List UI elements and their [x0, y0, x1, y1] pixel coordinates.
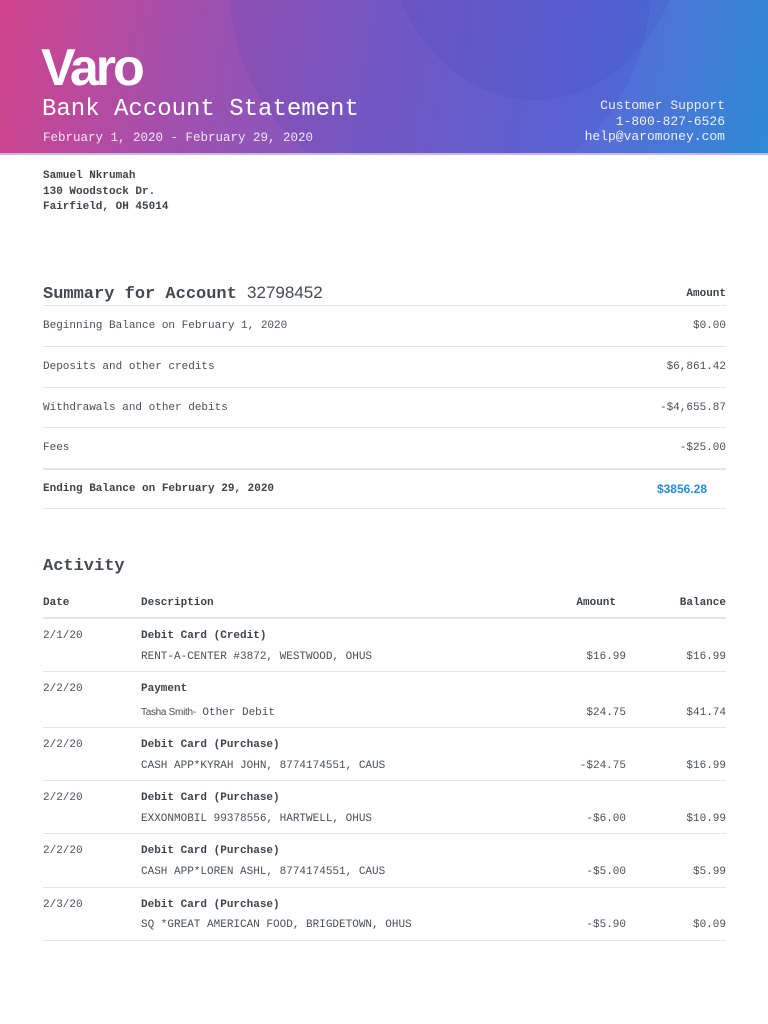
statement-title: Bank Account Statement	[42, 96, 359, 123]
txn-amount: $16.99	[586, 651, 626, 663]
activity-row: 2/1/20 Debit Card (Credit) RENT-A-CENTER…	[43, 619, 726, 672]
txn-detail: RENT-A-CENTER #3872, WESTWOOD, OHUS	[141, 651, 372, 663]
txn-type: Debit Card (Purchase)	[141, 792, 280, 804]
summary-title-text: Summary for Account	[43, 285, 237, 304]
customer-address: Samuel Nkrumah 130 Woodstock Dr. Fairfie…	[43, 169, 168, 216]
col-date: Date	[43, 597, 70, 609]
activity-title: Activity	[43, 557, 125, 576]
summary-value: $6,861.42	[666, 361, 726, 373]
ending-balance-value: $3856.28	[656, 482, 707, 496]
txn-balance: $41.74	[686, 707, 726, 719]
customer-support: Customer Support 1-800-827-6526 help@var…	[585, 98, 725, 145]
summary-title: Summary for Account 32798452	[43, 283, 323, 304]
customer-name: Samuel Nkrumah	[43, 170, 136, 182]
statement-header: Varo Bank Account Statement February 1, …	[0, 0, 768, 155]
txn-type: Debit Card (Credit)	[141, 630, 267, 642]
ending-balance-row: Ending Balance on February 29, 2020 $3856…	[43, 468, 726, 509]
txn-detail-text: SQ *GREAT AMERICAN FOOD, BRIGDETOWN, OHU…	[141, 919, 412, 931]
txn-detail: CASH APP*KYRAH JOHN, 8774174551, CAUS	[141, 760, 385, 772]
txn-detail: CASH APP*LOREN ASHL, 8774174551, CAUS	[141, 866, 385, 878]
summary-row: Deposits and other credits $6,861.42	[43, 346, 726, 387]
txn-amount: -$6.00	[586, 813, 626, 825]
col-amount: Amount	[576, 597, 616, 609]
activity-row: 2/2/20 Debit Card (Purchase) EXXONMOBIL …	[43, 781, 726, 834]
col-balance: Balance	[679, 597, 726, 609]
txn-date: 2/1/20	[43, 630, 83, 642]
txn-detail-text: RENT-A-CENTER #3872, WESTWOOD, OHUS	[141, 651, 373, 663]
summary-label: Beginning Balance on February 1, 2020	[43, 320, 288, 332]
summary-row: Withdrawals and other debits -$4,655.87	[43, 387, 726, 428]
summary-value: $0.00	[692, 320, 726, 332]
txn-amount: -$5.90	[586, 919, 626, 931]
txn-amount: $24.75	[586, 707, 626, 719]
customer-street: 130 Woodstock Dr.	[43, 185, 156, 198]
activity-row: 2/2/20 Payment Tasha Smith- Other Debit …	[43, 672, 726, 728]
activity-row: 2/3/20 Debit Card (Purchase) SQ *GREAT A…	[43, 888, 726, 941]
support-phone: 1-800-827-6526	[615, 113, 725, 129]
txn-balance: $10.99	[686, 813, 726, 825]
summary-label: Fees	[43, 442, 70, 454]
txn-detail: Tasha Smith- Other Debit	[141, 707, 275, 719]
activity-row: 2/2/20 Debit Card (Purchase) CASH APP*LO…	[43, 834, 726, 888]
txn-type: Debit Card (Purchase)	[141, 845, 280, 857]
summary-row: Fees -$25.00	[43, 427, 726, 468]
txn-payee: Tasha Smith-	[141, 707, 196, 718]
ending-balance-label: Ending Balance on February 29, 2020	[43, 483, 275, 495]
summary-value: -$25.00	[679, 442, 726, 454]
txn-detail-text: CASH APP*KYRAH JOHN, 8774174551, CAUS	[141, 760, 386, 772]
summary-value: -$4,655.87	[659, 402, 726, 414]
txn-date: 2/2/20	[43, 845, 83, 857]
summary-amount-header: Amount	[686, 288, 726, 300]
txn-date: 2/2/20	[43, 792, 83, 804]
txn-balance: $16.99	[686, 760, 726, 772]
col-description: Description	[141, 597, 214, 609]
txn-detail-text: CASH APP*LOREN ASHL, 8774174551, CAUS	[141, 866, 386, 878]
summary-label: Withdrawals and other debits	[43, 402, 228, 414]
support-label: Customer Support	[600, 98, 725, 113]
txn-balance: $16.99	[686, 651, 726, 663]
txn-date: 2/2/20	[43, 683, 83, 695]
statement-period: February 1, 2020 - February 29, 2020	[43, 131, 314, 145]
txn-balance: $5.99	[692, 866, 726, 878]
txn-detail: EXXONMOBIL 99378556, HARTWELL, OHUS	[141, 813, 372, 825]
txn-amount: -$5.00	[586, 866, 626, 878]
txn-detail: SQ *GREAT AMERICAN FOOD, BRIGDETOWN, OHU…	[141, 919, 412, 931]
summary-label: Deposits and other credits	[43, 361, 215, 373]
txn-detail-text: EXXONMOBIL 99378556, HARTWELL, OHUS	[141, 813, 373, 825]
txn-type: Debit Card (Purchase)	[141, 899, 280, 911]
txn-detail-text: Other Debit	[202, 707, 275, 719]
account-number: 32798452	[247, 283, 323, 302]
txn-type: Payment	[141, 683, 188, 695]
txn-balance: $0.09	[692, 919, 726, 931]
txn-date: 2/2/20	[43, 739, 83, 751]
support-email: help@varomoney.com	[584, 129, 725, 144]
activity-row: 2/2/20 Debit Card (Purchase) CASH APP*KY…	[43, 728, 726, 781]
varo-logo: Varo	[41, 39, 145, 97]
customer-city: Fairfield, OH 45014	[43, 201, 169, 213]
txn-date: 2/3/20	[43, 899, 83, 911]
txn-amount: -$24.75	[579, 760, 626, 772]
summary-row: Beginning Balance on February 1, 2020 $0.…	[43, 305, 726, 346]
txn-type: Debit Card (Purchase)	[141, 739, 280, 751]
